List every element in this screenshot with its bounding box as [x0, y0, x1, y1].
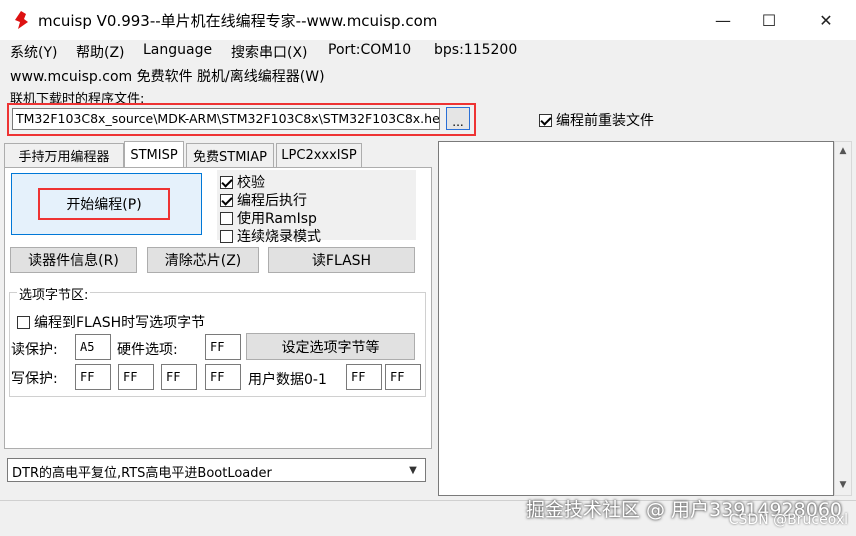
menu-port[interactable]: Port:COM10 [328, 42, 411, 58]
write-protect-input-0[interactable]: FF [75, 364, 111, 390]
use-ramisp-label: 使用RamIsp [237, 211, 317, 227]
file-path-input[interactable]: TM32F103C8x_source\MDK-ARM\STM32F103C8x\… [12, 108, 440, 130]
continuous-burn-option[interactable]: 连续烧录模式 [220, 226, 321, 246]
use-ramisp-checkbox[interactable] [220, 211, 233, 225]
minimize-button[interactable]: — [700, 0, 746, 40]
user-data-label: 用户数据0-1 [248, 372, 327, 388]
run-after-program-checkbox[interactable] [220, 193, 233, 207]
window-title: mcuisp V0.993--单片机在线编程专家--www.mcuisp.com [38, 12, 438, 30]
write-protect-input-1[interactable]: FF [118, 364, 154, 390]
app-icon [15, 11, 28, 29]
read-flash-button[interactable]: 读FLASH [268, 247, 415, 273]
read-device-info-button[interactable]: 读器件信息(R) [10, 247, 137, 273]
run-after-program-label: 编程后执行 [237, 193, 307, 209]
continuous-burn-checkbox[interactable] [220, 229, 233, 243]
chevron-down-icon[interactable]: ▼ [404, 462, 422, 478]
set-option-bytes-button[interactable]: 设定选项字节等 [246, 333, 415, 360]
reload-file-option[interactable]: 编程前重装文件 [539, 110, 654, 130]
tab-stmisp[interactable]: STMISP [124, 141, 184, 168]
browse-button[interactable]: ... [446, 107, 470, 130]
scroll-up-icon[interactable]: ▲ [837, 145, 849, 157]
start-program-button[interactable]: 开始编程(P) [38, 188, 170, 220]
menu-language[interactable]: Language [143, 42, 212, 58]
close-button[interactable]: ✕ [803, 0, 849, 40]
reload-file-label: 编程前重装文件 [556, 113, 654, 129]
tab-free-stmiap[interactable]: 免费STMIAP [186, 143, 274, 167]
read-protect-input[interactable]: A5 [75, 334, 111, 360]
user-data-input-1[interactable]: FF [385, 364, 421, 390]
reset-mode-select[interactable]: DTR的高电平复位,RTS高电平进BootLoader [7, 458, 426, 482]
erase-chip-button[interactable]: 清除芯片(Z) [147, 247, 259, 273]
reload-file-checkbox[interactable] [539, 113, 552, 127]
use-ramisp-option[interactable]: 使用RamIsp [220, 208, 317, 228]
verify-label: 校验 [237, 175, 265, 191]
write-option-bytes-label: 编程到FLASH时写选项字节 [34, 315, 206, 331]
tab-handheld-programmer[interactable]: 手持万用编程器 [4, 143, 124, 167]
hw-option-input[interactable]: FF [205, 334, 241, 360]
maximize-button[interactable]: ☐ [746, 0, 792, 40]
write-protect-input-2[interactable]: FF [161, 364, 197, 390]
run-after-program-option[interactable]: 编程后执行 [220, 190, 307, 210]
menu-bps[interactable]: bps:115200 [434, 42, 517, 58]
verify-checkbox[interactable] [220, 175, 233, 189]
menu-search-port[interactable]: 搜索串口(X) [231, 42, 308, 62]
write-option-bytes-option[interactable]: 编程到FLASH时写选项字节 [17, 312, 205, 332]
watermark-csdn: CSDN @Bruceoxl [728, 512, 848, 528]
verify-option[interactable]: 校验 [220, 172, 265, 192]
hw-option-label: 硬件选项: [117, 342, 178, 358]
tab-lpc2xxxisp[interactable]: LPC2xxxISP [276, 143, 362, 167]
write-option-bytes-checkbox[interactable] [17, 315, 30, 329]
user-data-input-0[interactable]: FF [346, 364, 382, 390]
log-output-area[interactable] [438, 141, 834, 496]
read-protect-label: 读保护: [11, 342, 58, 358]
log-scrollbar[interactable]: ▲ ▼ [834, 141, 852, 496]
menu-system[interactable]: 系统(Y) [10, 42, 57, 62]
scroll-down-icon[interactable]: ▼ [837, 479, 849, 491]
option-bytes-title: 选项字节区: [17, 284, 91, 303]
continuous-burn-label: 连续烧录模式 [237, 229, 321, 245]
menu-offline-programmer[interactable]: www.mcuisp.com 免费软件 脱机/离线编程器(W) [10, 66, 325, 86]
write-protect-label: 写保护: [11, 371, 58, 387]
menu-help[interactable]: 帮助(Z) [76, 42, 125, 62]
write-protect-input-3[interactable]: FF [205, 364, 241, 390]
